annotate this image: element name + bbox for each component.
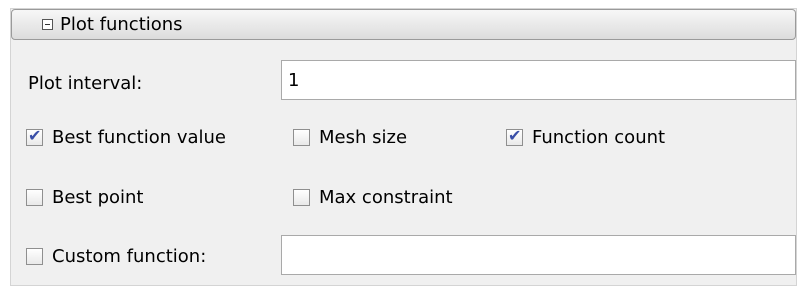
- check-icon: ✔: [508, 126, 522, 145]
- best-function-value-checkbox[interactable]: ✔: [26, 126, 43, 146]
- check-icon: ✔: [28, 126, 42, 145]
- function-count-checkbox[interactable]: ✔: [506, 126, 523, 146]
- plot-functions-panel: Plot functions Plot interval: ✔ Best fun…: [10, 8, 797, 286]
- panel-title: Plot functions: [60, 14, 183, 35]
- mesh-size-checkbox[interactable]: [293, 129, 310, 146]
- max-constraint-label: Max constraint: [319, 187, 453, 208]
- custom-function-checkbox[interactable]: [26, 248, 43, 265]
- plot-interval-input[interactable]: [281, 60, 796, 100]
- custom-function-input[interactable]: [281, 235, 796, 275]
- plot-interval-label: Plot interval:: [28, 73, 143, 94]
- max-constraint-checkbox[interactable]: [293, 189, 310, 206]
- best-point-label: Best point: [52, 187, 144, 208]
- collapse-icon[interactable]: [42, 19, 53, 30]
- function-count-label: Function count: [532, 127, 666, 148]
- custom-function-label: Custom function:: [52, 246, 207, 267]
- mesh-size-label: Mesh size: [319, 127, 408, 148]
- panel-header[interactable]: Plot functions: [11, 9, 796, 40]
- best-point-checkbox[interactable]: [26, 189, 43, 206]
- best-function-value-label: Best function value: [52, 127, 226, 148]
